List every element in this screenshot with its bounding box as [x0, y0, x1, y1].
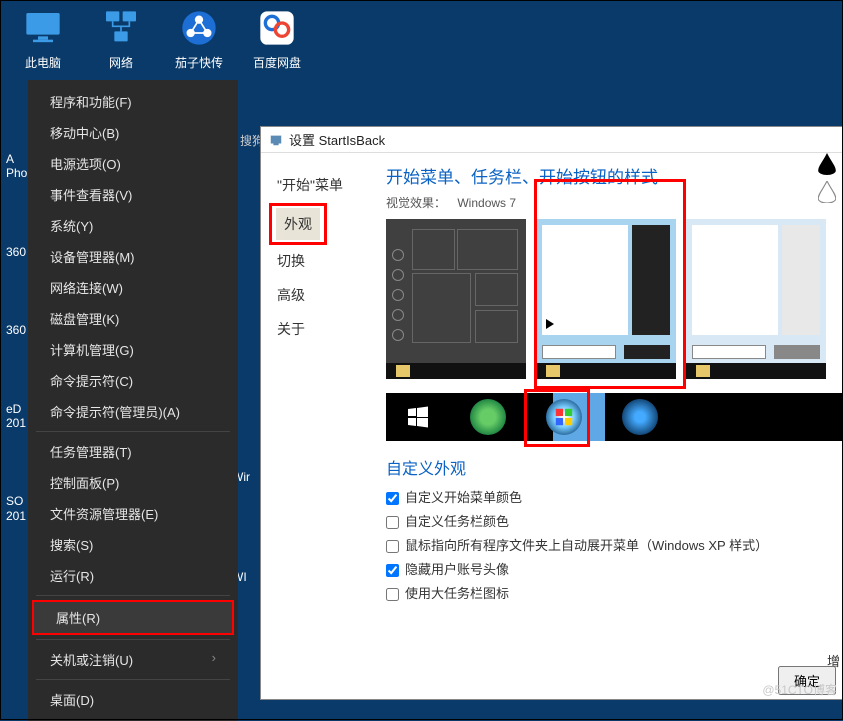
annotation-highlight: 外观 — [269, 203, 327, 245]
style-thumb-win7[interactable] — [536, 219, 676, 379]
desktop-icon-network[interactable]: 网络 — [92, 6, 150, 71]
ctx-mobility-center[interactable]: 移动中心(B) — [28, 117, 238, 148]
watermark: @51CTO博客 — [762, 681, 837, 698]
ctx-system[interactable]: 系统(Y) — [28, 210, 238, 241]
window-title: 设置 StartIsBack — [289, 130, 385, 149]
ctx-desktop[interactable]: 桌面(D) — [28, 684, 238, 715]
desktop-label: 网络 — [109, 54, 133, 71]
desktop-icons: 此电脑 网络 茄子快传 百度网盘 — [14, 6, 306, 71]
ctx-power-options[interactable]: 电源选项(O) — [28, 148, 238, 179]
desktop-icon-baidu[interactable]: 百度网盘 — [248, 6, 306, 71]
left-partial-icons: A Pho 360 360 eD 201 SO 201 — [6, 152, 27, 523]
desktop-label: 茄子快传 — [175, 54, 223, 71]
style-thumb-dark[interactable] — [386, 219, 526, 379]
ctx-programs-features[interactable]: 程序和功能(F) — [28, 86, 238, 117]
sidebar-about[interactable]: 关于 — [269, 313, 386, 345]
ctx-separator — [36, 679, 230, 680]
visual-effect-row: 视觉效果： Windows 7 — [386, 194, 838, 211]
start-orb-win7[interactable] — [546, 399, 582, 435]
style-thumbnails — [386, 219, 838, 379]
check-hide-avatar[interactable]: 隐藏用户账号头像 — [386, 559, 838, 578]
desktop-icon-shareit[interactable]: 茄子快传 — [170, 6, 228, 71]
settings-content: 开始菜单、任务栏、开始按钮的样式 视觉效果： Windows 7 — [386, 153, 842, 699]
desktop-label: 此电脑 — [25, 54, 61, 71]
ctx-disk-management[interactable]: 磁盘管理(K) — [28, 303, 238, 334]
winx-context-menu: 程序和功能(F) 移动中心(B) 电源选项(O) 事件查看器(V) 系统(Y) … — [28, 80, 238, 721]
win10-logo-icon[interactable] — [406, 405, 430, 429]
ctx-separator — [36, 595, 230, 596]
chevron-right-icon: › — [212, 650, 216, 665]
start-orb-row — [386, 393, 842, 441]
desktop-label: 百度网盘 — [253, 54, 301, 71]
start-orb-green[interactable] — [470, 399, 506, 435]
check-large-taskbar-icons[interactable]: 使用大任务栏图标 — [386, 583, 838, 602]
sidebar-switching[interactable]: 切换 — [269, 245, 386, 277]
ctx-device-manager[interactable]: 设备管理器(M) — [28, 241, 238, 272]
ctx-computer-management[interactable]: 计算机管理(G) — [28, 334, 238, 365]
color-drop-icon[interactable] — [818, 153, 836, 175]
style-thumb-alt[interactable] — [686, 219, 826, 379]
start-orb-blue[interactable] — [622, 399, 658, 435]
ctx-search[interactable]: 搜索(S) — [28, 529, 238, 560]
ctx-cmd-admin[interactable]: 命令提示符(管理员)(A) — [28, 396, 238, 427]
shareit-icon — [177, 6, 221, 50]
check-hover-expand[interactable]: 鼠标指向所有程序文件夹上自动展开菜单（Windows XP 样式） — [386, 535, 838, 554]
desktop-icon-pc[interactable]: 此电脑 — [14, 6, 72, 71]
ctx-run[interactable]: 运行(R) — [28, 560, 238, 591]
ctx-network-connections[interactable]: 网络连接(W) — [28, 272, 238, 303]
color-drop-icon[interactable] — [818, 181, 836, 203]
baidu-icon — [255, 6, 299, 50]
ctx-file-explorer[interactable]: 文件资源管理器(E) — [28, 498, 238, 529]
startisback-settings-window: 设置 StartIsBack "开始"菜单 外观 切换 高级 关于 开始菜单、任… — [260, 126, 843, 700]
sidebar-appearance[interactable]: 外观 — [276, 208, 320, 240]
ctx-properties[interactable]: 属性(R) — [34, 602, 232, 633]
check-custom-menu-color[interactable]: 自定义开始菜单颜色 — [386, 487, 838, 506]
customize-checks: 自定义开始菜单颜色 自定义任务栏颜色 鼠标指向所有程序文件夹上自动展开菜单（Wi… — [386, 487, 838, 602]
check-custom-taskbar-color[interactable]: 自定义任务栏颜色 — [386, 511, 838, 530]
network-icon — [99, 6, 143, 50]
app-icon — [269, 133, 283, 147]
ctx-cmd[interactable]: 命令提示符(C) — [28, 365, 238, 396]
page-heading: 开始菜单、任务栏、开始按钮的样式 — [386, 163, 838, 188]
sidebar-advanced[interactable]: 高级 — [269, 279, 386, 311]
ctx-event-viewer[interactable]: 事件查看器(V) — [28, 179, 238, 210]
settings-sidebar: "开始"菜单 外观 切换 高级 关于 — [261, 153, 386, 699]
titlebar[interactable]: 设置 StartIsBack — [261, 127, 842, 153]
annotation-highlight: 属性(R) — [32, 600, 234, 635]
ctx-control-panel[interactable]: 控制面板(P) — [28, 467, 238, 498]
ctx-task-manager[interactable]: 任务管理器(T) — [28, 436, 238, 467]
section-heading: 自定义外观 — [386, 455, 838, 479]
ctx-shutdown-signout[interactable]: 关机或注销(U)› — [28, 644, 238, 675]
sidebar-start-menu[interactable]: "开始"菜单 — [269, 169, 386, 201]
pc-icon — [21, 6, 65, 50]
ctx-separator — [36, 431, 230, 432]
ctx-separator — [36, 639, 230, 640]
